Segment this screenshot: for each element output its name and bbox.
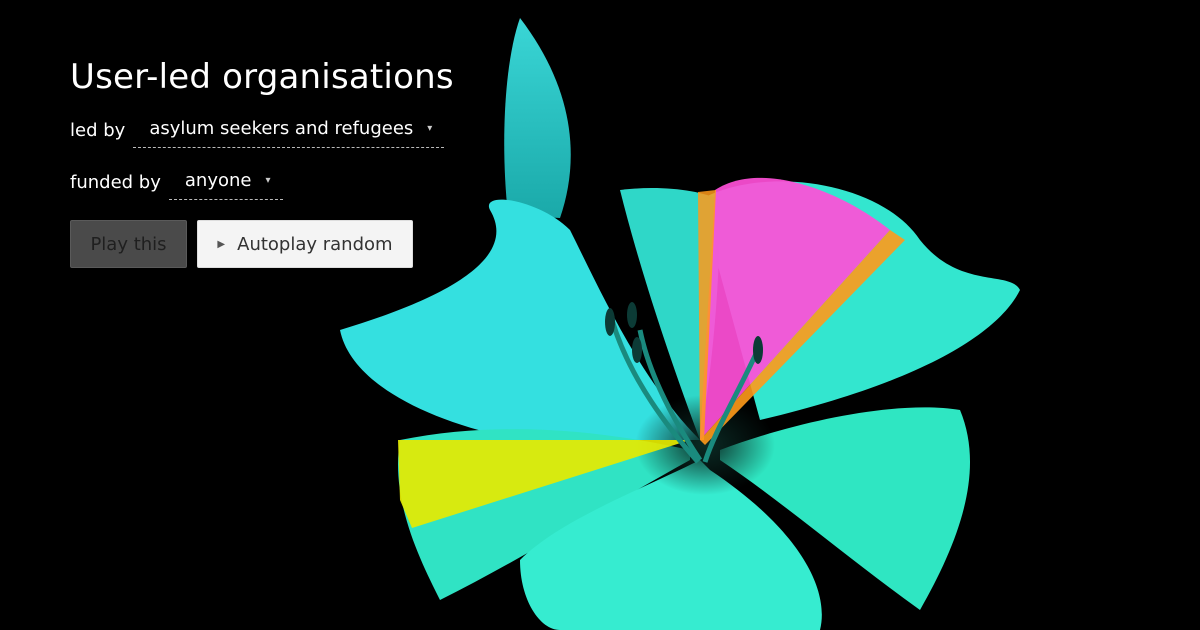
led-by-value: asylum seekers and refugees bbox=[149, 118, 414, 139]
filter-panel: User-led organisations led by asylum see… bbox=[70, 56, 454, 268]
led-by-select[interactable]: asylum seekers and refugees ▾ bbox=[133, 112, 445, 148]
anther-2 bbox=[627, 302, 637, 328]
play-this-button[interactable]: Play this bbox=[70, 220, 187, 268]
play-this-label: Play this bbox=[90, 233, 167, 255]
funded-by-filter: funded by anyone ▾ bbox=[70, 162, 454, 202]
play-icon: ▶ bbox=[217, 238, 226, 250]
autoplay-random-button[interactable]: ▶ Autoplay random bbox=[197, 220, 413, 268]
page-title: User-led organisations bbox=[70, 57, 454, 97]
anther-3 bbox=[632, 337, 642, 363]
chevron-down-icon: ▾ bbox=[265, 175, 271, 186]
autoplay-random-label: Autoplay random bbox=[237, 233, 393, 255]
chevron-down-icon: ▾ bbox=[427, 123, 433, 134]
funded-by-select[interactable]: anyone ▾ bbox=[168, 164, 283, 200]
led-by-label: led by bbox=[70, 119, 126, 141]
hero-stage: User-led organisations led by asylum see… bbox=[0, 0, 1200, 630]
anther-1 bbox=[605, 308, 615, 336]
bud-shape bbox=[504, 18, 571, 218]
anther-4 bbox=[753, 336, 763, 364]
funded-by-label: funded by bbox=[70, 171, 161, 193]
action-buttons: Play this ▶ Autoplay random bbox=[70, 220, 454, 268]
led-by-filter: led by asylum seekers and refugees ▾ bbox=[70, 110, 454, 150]
funded-by-value: anyone bbox=[184, 170, 252, 191]
